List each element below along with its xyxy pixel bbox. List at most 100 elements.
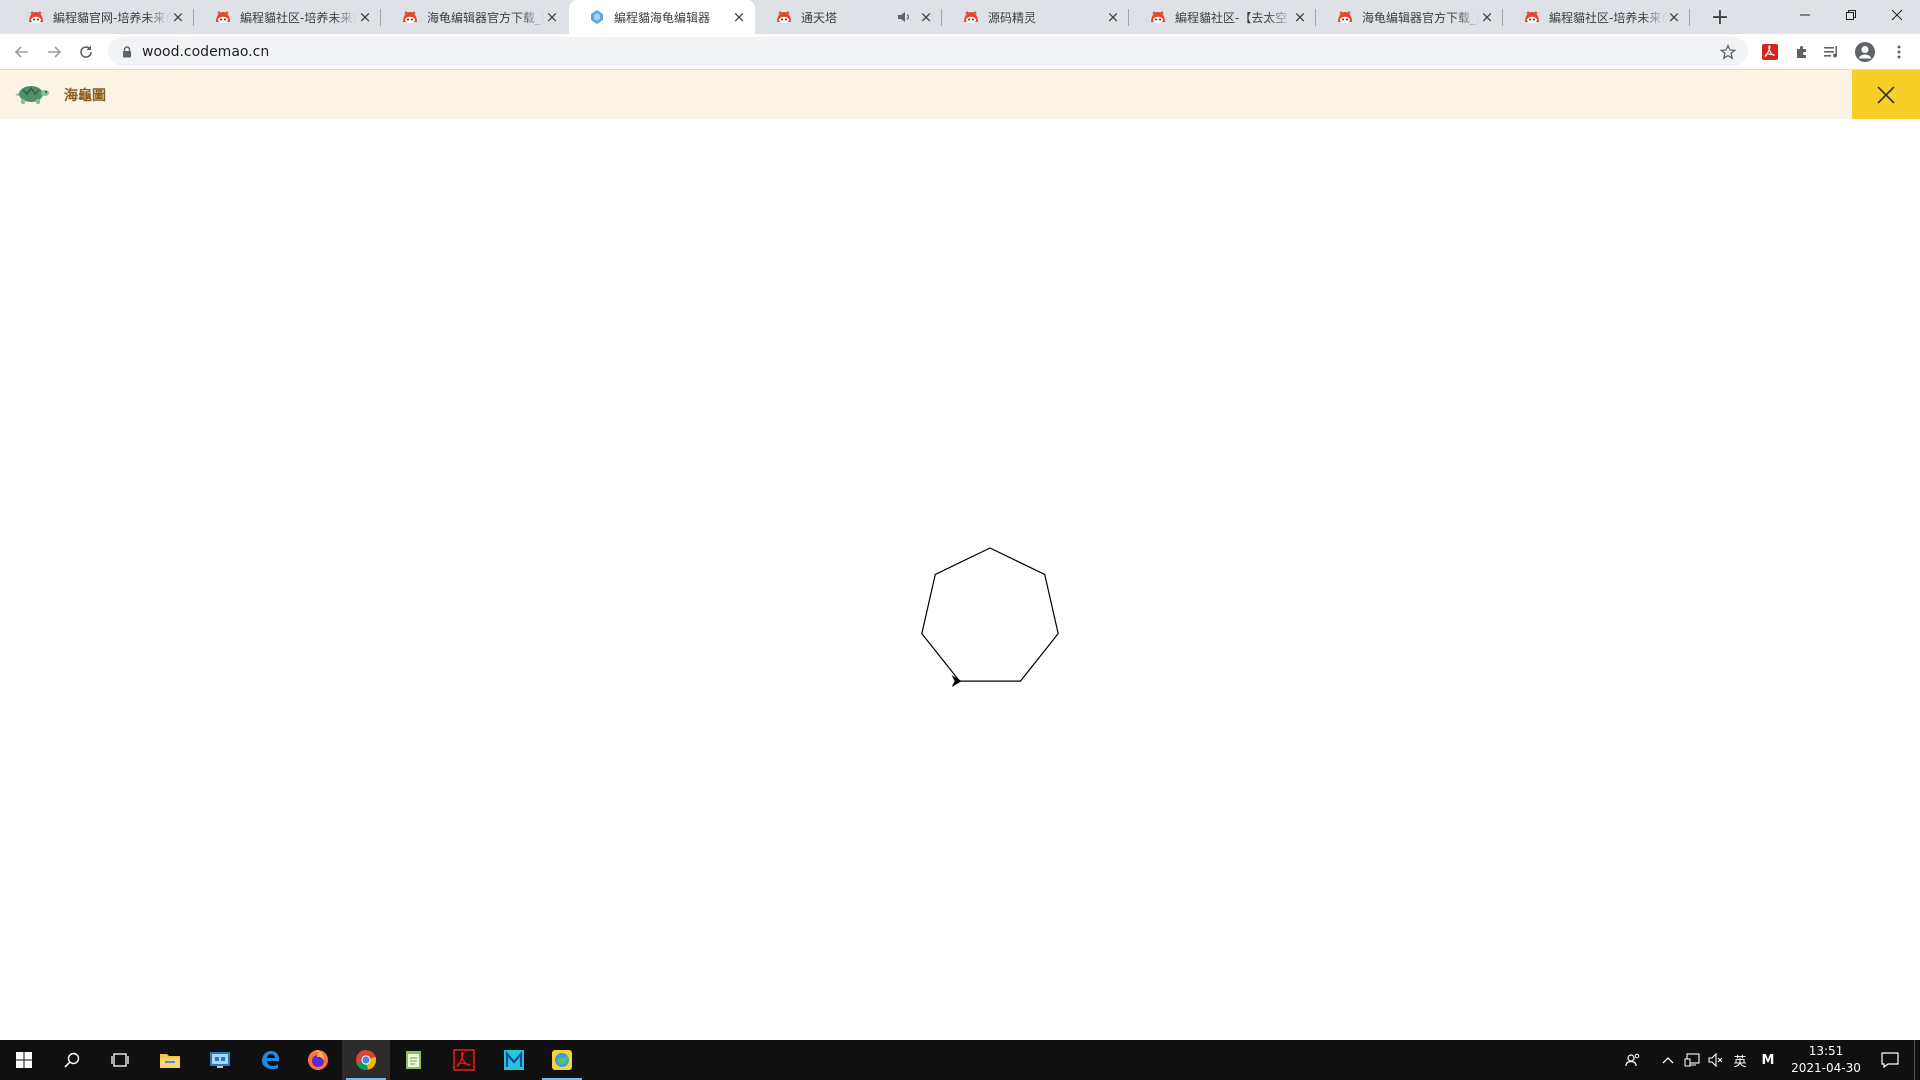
taskbar-clock[interactable]: 13:51 2021-04-30 [1786,1043,1866,1077]
tab-separator [941,9,942,26]
browser-tab[interactable]: 編程貓社区-培养未来创 × [195,0,381,34]
tray-overflow-button[interactable] [1656,1040,1680,1080]
turtle-editor-button[interactable] [538,1040,586,1080]
reload-icon [80,45,92,58]
heptagon-outline [921,547,1059,682]
chrome-icon [356,1050,377,1071]
turtle-logo-icon [15,86,49,104]
close-app-button[interactable] [1852,70,1920,119]
people-button[interactable] [1620,1040,1646,1080]
browser-tab[interactable]: 通天塔 × [756,0,942,34]
forward-button[interactable] [40,38,68,66]
notification-icon [1881,1052,1899,1068]
tab-close-icon[interactable]: × [918,9,934,25]
tab-separator [1689,9,1690,26]
browser-toolbar: wood.codemao.cn [0,34,1920,70]
url-text: wood.codemao.cn [142,43,270,60]
window-close-icon [1891,9,1903,21]
acrobat-reader-icon [453,1049,475,1071]
tab-separator [1502,9,1503,26]
tab-close-icon[interactable]: × [1666,9,1682,25]
tab-separator [1128,9,1129,26]
window-close-button[interactable] [1874,0,1920,30]
browser-tab[interactable]: 編程貓海龟编辑器 × [569,0,755,34]
minimize-button[interactable] [1782,0,1828,30]
start-button[interactable] [0,1040,48,1080]
firefox-icon [308,1050,328,1070]
search-icon [64,1052,80,1068]
address-bar[interactable]: wood.codemao.cn [108,37,1748,66]
tab-close-icon[interactable]: × [357,9,373,25]
tab-separator [1315,9,1316,26]
lock-icon [123,45,131,57]
firefox-button[interactable] [294,1040,342,1080]
speaker-icon[interactable] [896,9,912,25]
tab-title: 編程貓社区-培养未来创 [240,10,357,25]
task-view-button[interactable] [96,1040,144,1080]
profile-button[interactable] [1853,40,1877,64]
mind-app-button[interactable] [490,1040,538,1080]
network-app-button[interactable] [196,1040,244,1080]
media-control-button[interactable] [1820,40,1844,64]
people-icon [1625,1053,1640,1067]
extensions-button[interactable] [1790,40,1814,64]
codemao-favicon-icon [403,11,417,24]
tab-title: 通天塔 [801,10,838,25]
app-header: 海龜圖 [0,70,1920,119]
volume-muted-icon [1708,1052,1723,1068]
clock-date: 2021-04-30 [1791,1061,1861,1075]
codemao-favicon-icon [1525,11,1539,24]
search-button[interactable] [48,1040,96,1080]
bookmark-star-button[interactable] [1716,40,1740,64]
browser-tab[interactable]: 源码精灵 × [943,0,1129,34]
reload-button[interactable] [72,38,100,66]
tab-title: 編程貓社区-【去太空 [1175,10,1288,25]
tab-close-icon[interactable]: × [1292,9,1308,25]
edge-button[interactable] [246,1040,294,1080]
file-explorer-button[interactable] [146,1040,194,1080]
show-desktop-button[interactable] [1914,1040,1920,1080]
input-language-button[interactable]: 英 [1728,1040,1752,1080]
back-button[interactable] [8,38,36,66]
codemao-favicon-icon [1338,11,1352,24]
browser-tab[interactable]: 編程貓社区-【去太空 × [1130,0,1316,34]
clock-time: 13:51 [1808,1044,1844,1058]
tab-separator [380,9,381,26]
tab-title: 海龟编辑器官方下载_P [1362,10,1479,25]
browser-tab[interactable]: 編程貓社区-培养未来创 × [1504,0,1690,34]
acrobat-extension-button[interactable] [1758,40,1782,64]
edge-icon [262,1051,279,1069]
tab-strip: 編程貓官网-培养未来创 × 編程貓社区-培养未来创 × 海龟编辑器官方下载_P × 編程貓海… [0,0,1920,34]
browser-menu-button[interactable] [1887,40,1911,64]
tab-separator [193,9,194,26]
kebab-menu-icon [1897,45,1901,59]
tab-close-icon[interactable]: × [1105,9,1121,25]
acrobat-button[interactable] [440,1040,488,1080]
tab-title: 源码精灵 [988,10,1037,25]
tab-close-icon[interactable]: × [170,9,186,25]
avatar-icon [1855,42,1875,62]
browser-tab[interactable]: 海龟编辑器官方下载_P × [382,0,568,34]
tab-close-icon[interactable]: × [544,9,560,25]
star-icon [1720,44,1736,60]
ime-mode-button[interactable]: M [1756,1040,1780,1080]
browser-tab[interactable]: 海龟编辑器官方下载_P × [1317,0,1503,34]
new-tab-button[interactable]: + [1708,5,1732,30]
turtle-canvas [0,119,1920,1039]
network-status-button[interactable] [1680,1040,1704,1080]
tab-title: 編程貓社区-培养未来创 [1549,10,1666,25]
windows-logo-icon [16,1052,32,1068]
tab-close-icon[interactable]: × [1479,9,1495,25]
notepad-app-button[interactable] [390,1040,438,1080]
codemao-favicon-icon [1151,11,1165,24]
browser-tab[interactable]: 編程貓官网-培养未来创 × [8,0,194,34]
restore-button[interactable] [1828,0,1874,30]
tab-close-icon[interactable]: × [731,9,747,25]
volume-button[interactable] [1704,1040,1728,1080]
turtle-editor-icon [552,1050,572,1070]
network-icon [1684,1053,1700,1067]
chrome-button[interactable] [342,1040,390,1080]
m-app-icon [504,1050,524,1070]
action-center-button[interactable] [1870,1040,1910,1080]
codemao-favicon-icon [29,11,43,24]
